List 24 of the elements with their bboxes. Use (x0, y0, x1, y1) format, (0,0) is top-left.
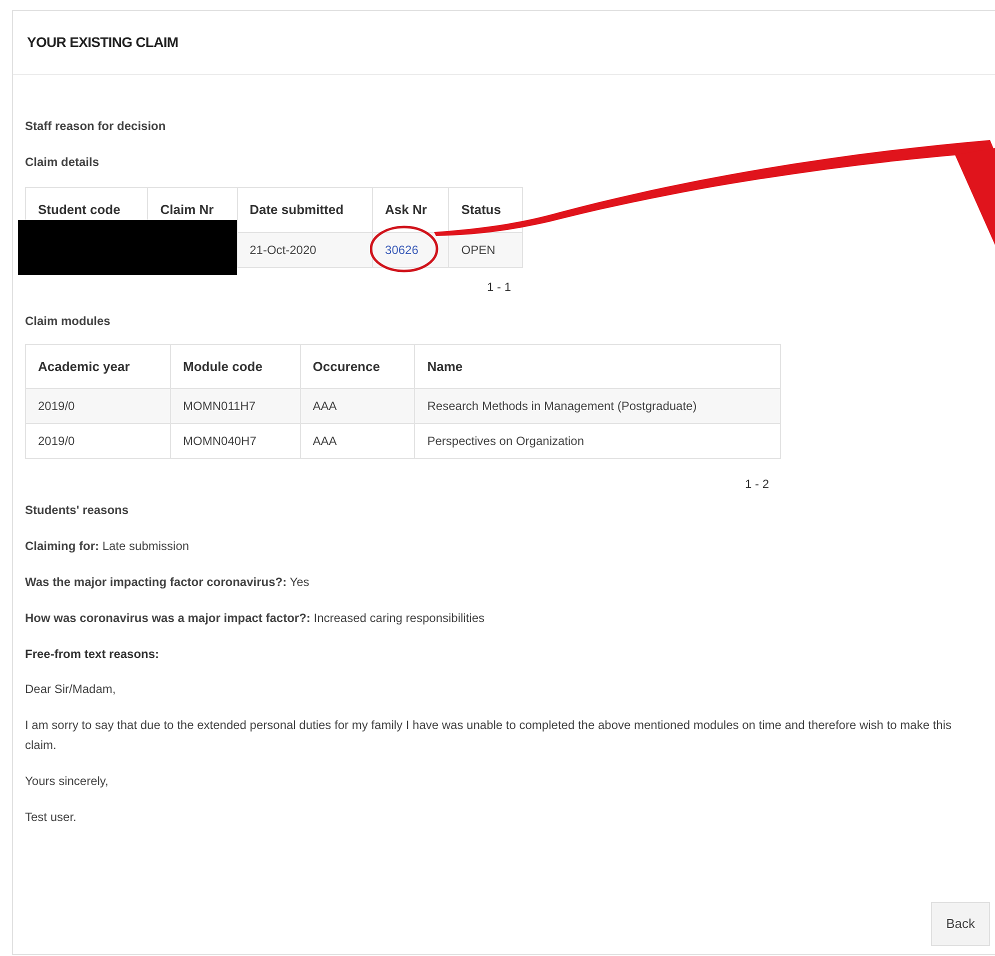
table-cell: AAA (300, 424, 415, 458)
section-label: Claim details (25, 154, 100, 171)
reason-line: Claiming for: Late submission (25, 538, 190, 555)
table-cell: 2019/0 (26, 424, 171, 458)
reason-paragraph: Yours sincerely, (25, 773, 110, 790)
pager-text: 1 - 1 (486, 278, 511, 296)
reason-paragraph: Dear Sir/Madam, (25, 681, 117, 698)
pager-text: 1 - 2 (744, 476, 769, 493)
reason-line: Was the major impacting factor coronavirus?: Yes (25, 574, 310, 591)
reason-paragraph: I am sorry to say that due to the extended personal duties for my family I have was unable to completed the above mentioned modules on time and therefore wish to make this claim. (25, 717, 953, 754)
column-header: Name (414, 344, 780, 388)
ask-number-link[interactable]: 30626 (385, 242, 418, 256)
column-header: Date submitted (237, 188, 373, 232)
back-button[interactable]: Back (931, 902, 990, 946)
reason-paragraph: Test user. (25, 809, 78, 826)
section-label: Students' reasons (25, 502, 129, 519)
table-cell: Perspectives on Organization (414, 424, 780, 458)
reason-line: How was coronavirus was a major impact factor?: Increased caring responsibilities (25, 610, 485, 627)
section-label: Staff reason for decision (25, 118, 166, 135)
table-cell: MOMN040H7 (170, 424, 300, 458)
section-label: Free-from text reasons: (25, 646, 160, 663)
section-label: Claim modules (25, 312, 110, 330)
panel-title: YOUR EXISTING CLAIM (27, 33, 178, 52)
column-header: Academic year (26, 344, 171, 388)
